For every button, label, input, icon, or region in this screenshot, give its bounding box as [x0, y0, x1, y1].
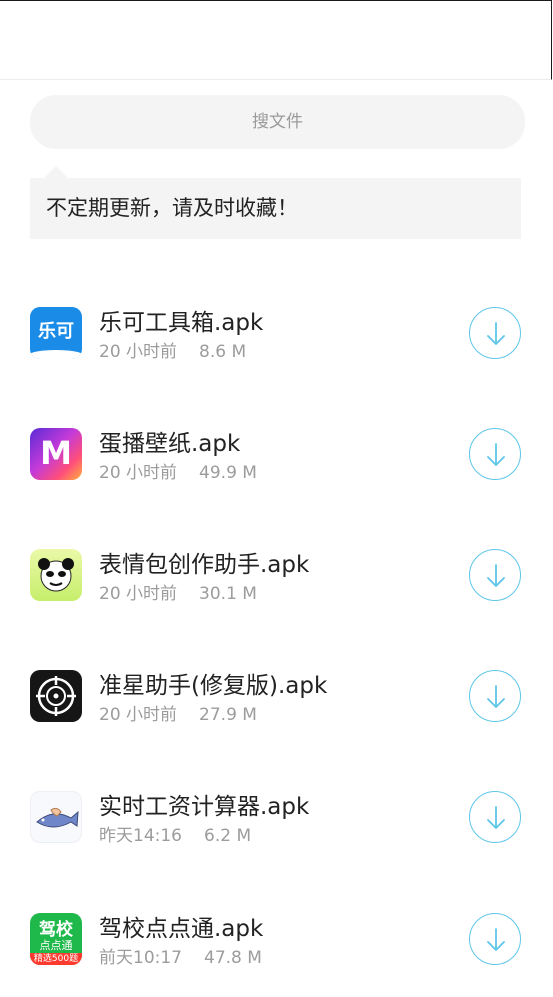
download-arrow-icon: [487, 322, 505, 345]
download-button[interactable]: [469, 307, 521, 359]
file-item[interactable]: 乐可 乐可工具箱.apk 20 小时前 8.6 M: [0, 301, 553, 391]
file-meta: 前天10:17 47.8 M: [99, 943, 262, 968]
file-name: 蛋播壁纸.apk: [99, 431, 241, 457]
file-time: 20 小时前: [99, 463, 178, 483]
jiaxiao-app-icon: 驾校 点点通 精选500题: [30, 913, 82, 965]
file-size: 6.2 M: [204, 826, 252, 846]
download-button[interactable]: [469, 913, 521, 965]
download-button[interactable]: [469, 670, 521, 722]
download-arrow-icon: [487, 928, 505, 951]
file-size: 49.9 M: [199, 463, 257, 483]
file-meta: 20 小时前 27.9 M: [99, 700, 257, 725]
danbo-app-icon: M: [30, 428, 82, 480]
search-input[interactable]: [30, 95, 525, 149]
file-meta: 20 小时前 30.1 M: [99, 579, 257, 604]
file-meta: 20 小时前 8.6 M: [99, 337, 246, 362]
file-name: 表情包创作助手.apk: [99, 552, 310, 578]
download-button[interactable]: [469, 428, 521, 480]
file-name: 准星助手(修复版).apk: [99, 673, 328, 699]
file-item[interactable]: 实时工资计算器.apk 昨天14:16 6.2 M: [0, 785, 553, 875]
file-time: 昨天14:16: [99, 826, 182, 846]
file-name: 实时工资计算器.apk: [99, 794, 310, 820]
file-time: 前天10:17: [99, 948, 182, 968]
notice-banner: 不定期更新，请及时收藏！: [30, 178, 521, 239]
file-item[interactable]: M 蛋播壁纸.apk 20 小时前 49.9 M: [0, 422, 553, 512]
file-item[interactable]: 准星助手(修复版).apk 20 小时前 27.9 M: [0, 664, 553, 754]
panda-face-app-icon: [30, 549, 82, 601]
download-button[interactable]: [469, 549, 521, 601]
file-time: 20 小时前: [99, 584, 178, 604]
file-item[interactable]: 表情包创作助手.apk 20 小时前 30.1 M: [0, 543, 553, 633]
file-size: 47.8 M: [204, 948, 262, 968]
notice-pointer: [44, 166, 68, 178]
file-meta: 20 小时前 49.9 M: [99, 458, 257, 483]
file-time: 20 小时前: [99, 342, 178, 362]
file-meta: 昨天14:16 6.2 M: [99, 821, 251, 846]
file-size: 27.9 M: [199, 705, 257, 725]
file-name: 驾校点点通.apk: [99, 916, 264, 942]
file-size: 30.1 M: [199, 584, 257, 604]
notice-text: 不定期更新，请及时收藏！: [46, 196, 298, 220]
file-size: 8.6 M: [199, 342, 247, 362]
top-bar: [0, 0, 552, 80]
download-button[interactable]: [469, 791, 521, 843]
leke-app-icon: 乐可: [30, 307, 82, 359]
fish-hand-app-icon: [30, 791, 82, 843]
file-name: 乐可工具箱.apk: [99, 310, 264, 336]
download-arrow-icon: [487, 564, 505, 587]
crosshair-app-icon: [30, 670, 82, 722]
download-arrow-icon: [487, 443, 505, 466]
download-arrow-icon: [487, 685, 505, 708]
file-time: 20 小时前: [99, 705, 178, 725]
download-arrow-icon: [487, 806, 505, 829]
file-item[interactable]: 驾校 点点通 精选500题 驾校点点通.apk 前天10:17 47.8 M: [0, 907, 553, 997]
